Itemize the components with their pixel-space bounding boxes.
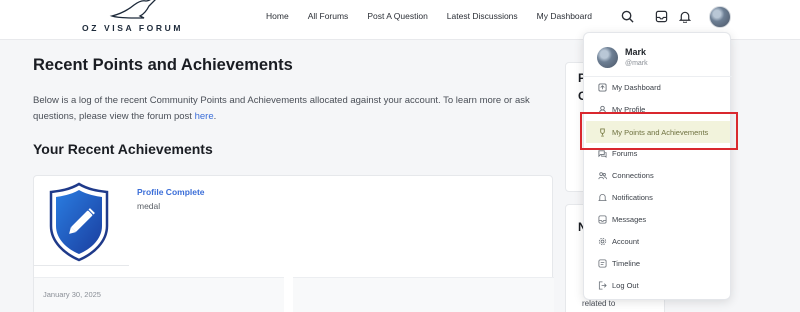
menu-item-notifications[interactable]: Notifications <box>597 190 653 204</box>
avatar <box>597 47 618 68</box>
inbox-icon[interactable] <box>653 8 669 24</box>
menu-item-label: Account <box>612 236 640 246</box>
section-title: Your Recent Achievements <box>33 141 213 157</box>
nav-my-dashboard[interactable]: My Dashboard <box>537 11 592 21</box>
dashboard-icon <box>597 82 607 92</box>
divider <box>34 265 129 266</box>
bell-icon[interactable] <box>677 8 693 24</box>
achievement-date: January 30, 2025 <box>43 290 101 299</box>
user-dropdown-menu: Mark @mark My Dashboard My Profile My Po… <box>583 32 732 300</box>
menu-item-messages[interactable]: Messages <box>597 212 646 226</box>
page-title: Recent Points and Achievements <box>33 56 293 74</box>
menu-item-label: Notifications <box>612 192 653 202</box>
intro-end: . <box>213 111 217 122</box>
logout-icon <box>597 280 607 290</box>
card-footer: January 30, 2025 <box>34 277 284 312</box>
site-logo[interactable]: OZ VISA FORUM <box>82 0 192 36</box>
intro-paragraph: Below is a log of the recent Community P… <box>33 93 543 125</box>
search-icon[interactable] <box>619 8 635 24</box>
sidebar-card-text: related to <box>582 299 616 308</box>
menu-item-label: Connections <box>612 170 654 180</box>
menu-item-connections[interactable]: Connections <box>597 168 654 182</box>
user-name: Mark <box>625 47 647 57</box>
kangaroo-icon <box>109 0 156 19</box>
logo-text: OZ VISA FORUM <box>82 23 184 33</box>
nav-all-forums[interactable]: All Forums <box>308 11 349 21</box>
menu-item-label: Log Out <box>612 280 639 290</box>
nav-home[interactable]: Home <box>266 11 289 21</box>
divider <box>584 76 732 77</box>
nav-post-question[interactable]: Post A Question <box>367 11 427 21</box>
achievement-card: Profile Complete medal January 30, 2025 <box>33 175 554 312</box>
menu-item-label: My Dashboard <box>612 82 661 92</box>
menu-item-log-out[interactable]: Log Out <box>597 278 639 292</box>
medal-icon <box>47 182 111 262</box>
intro-link[interactable]: here <box>195 111 214 122</box>
achievement-type: medal <box>137 201 161 211</box>
connections-icon <box>597 170 607 180</box>
timeline-icon <box>597 258 607 268</box>
user-avatar[interactable] <box>709 6 731 28</box>
bell-icon <box>597 192 607 202</box>
menu-item-label: Timeline <box>612 258 641 268</box>
menu-item-timeline[interactable]: Timeline <box>597 256 640 270</box>
menu-item-label: Messages <box>612 214 647 224</box>
inbox-icon <box>597 214 607 224</box>
gear-icon <box>597 236 607 246</box>
nav-latest-discussions[interactable]: Latest Discussions <box>447 11 518 21</box>
achievement-title[interactable]: Profile Complete <box>137 187 205 197</box>
user-handle: @mark <box>625 60 648 67</box>
highlight-annotation <box>580 112 738 150</box>
intro-text: Below is a log of the recent Community P… <box>33 95 530 122</box>
menu-item-account[interactable]: Account <box>597 234 639 248</box>
card-footer-right <box>293 277 554 312</box>
menu-item-my-dashboard[interactable]: My Dashboard <box>597 80 661 94</box>
main-nav: Home All Forums Post A Question Latest D… <box>266 11 592 21</box>
